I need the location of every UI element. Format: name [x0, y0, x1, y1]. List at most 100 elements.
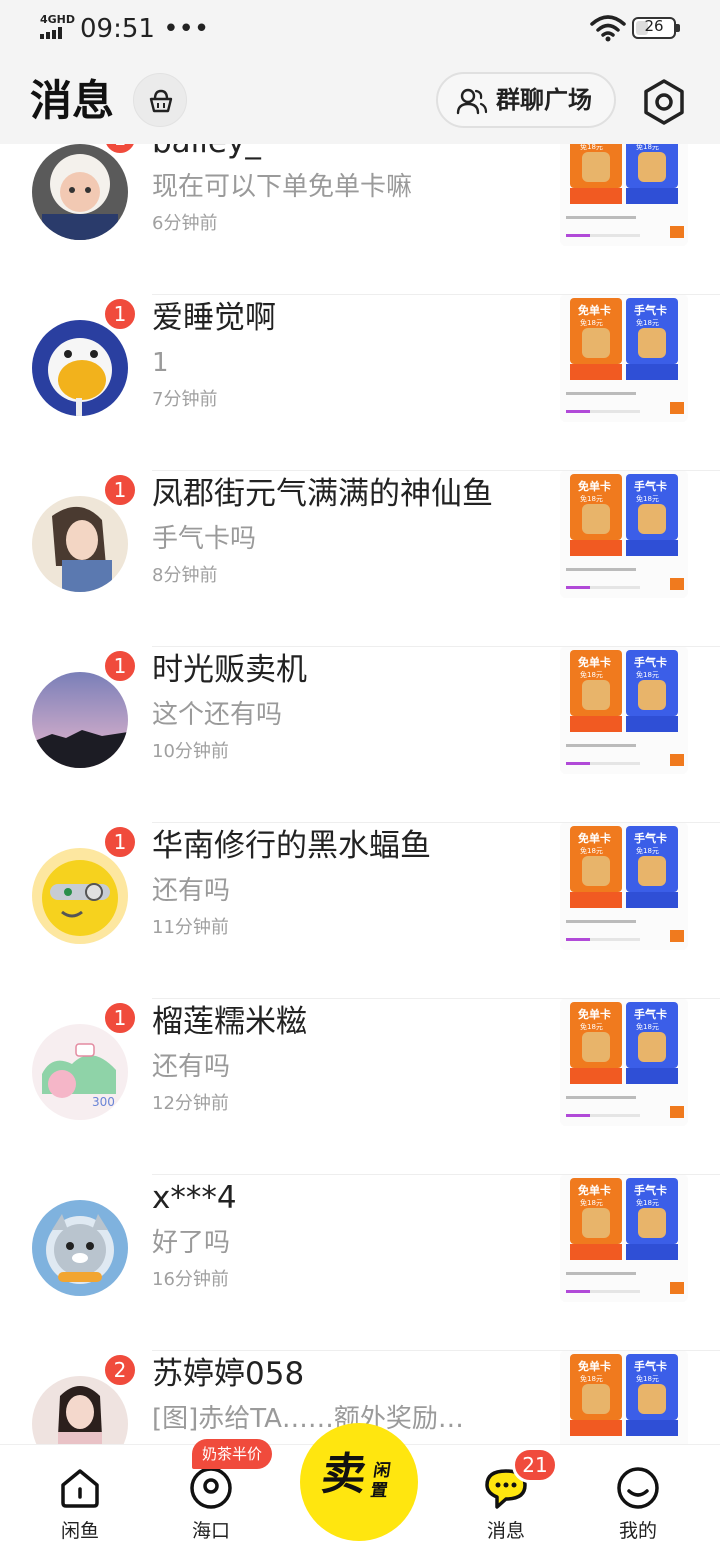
divider	[152, 1174, 720, 1175]
sell-sub-label: 闲置	[369, 1461, 392, 1501]
svg-text:手气卡: 手气卡	[634, 1359, 667, 1373]
svg-text:免单卡: 免单卡	[578, 1007, 611, 1021]
message-time: 16分钟前	[152, 1269, 229, 1290]
last-message: 现在可以下单免单卡嘛	[152, 172, 413, 202]
unread-badge: 1	[102, 648, 138, 684]
svg-text:300: 300	[92, 1095, 115, 1109]
divider	[152, 1350, 720, 1351]
message-time: 6分钟前	[152, 213, 218, 234]
svg-text:免18元: 免18元	[580, 1022, 603, 1031]
unread-badge: 1	[102, 824, 138, 860]
svg-text:免18元: 免18元	[636, 670, 659, 679]
clean-basket-button[interactable]	[133, 73, 187, 127]
group-chat-plaza-button[interactable]: 群聊广场	[436, 72, 616, 128]
svg-text:免18元: 免18元	[636, 846, 659, 855]
svg-text:免单卡: 免单卡	[578, 831, 611, 845]
unread-badge: 1	[102, 296, 138, 332]
svg-text:手气卡: 手气卡	[634, 303, 667, 317]
message-time: 12分钟前	[152, 1093, 229, 1114]
contact-name: bailey_	[152, 144, 261, 162]
svg-text:免18元: 免18元	[636, 494, 659, 503]
avatar[interactable]: 300	[32, 1024, 128, 1120]
svg-text:免18元: 免18元	[580, 494, 603, 503]
conversation-item[interactable]: 300 1 榴莲糯米糍 还有吗 12分钟前 免单卡 手气卡 免18元 免18元	[0, 998, 720, 1176]
svg-text:免单卡: 免单卡	[578, 1183, 611, 1197]
product-thumbnail[interactable]: 免单卡手气卡免18元免18元	[560, 144, 688, 246]
last-message: 手气卡吗	[152, 524, 257, 554]
page-title: 消息	[30, 76, 115, 125]
conversation-item[interactable]: 1 时光贩卖机 这个还有吗 10分钟前 免单卡 手气卡 免18元 免18元	[0, 646, 720, 824]
svg-text:免18元: 免18元	[580, 1374, 603, 1383]
tab-profile[interactable]: 我的	[578, 1445, 698, 1544]
svg-text:免单卡: 免单卡	[578, 655, 611, 669]
avatar[interactable]	[32, 144, 128, 240]
avatar[interactable]	[32, 1200, 128, 1296]
basket-icon	[149, 89, 173, 113]
svg-text:手气卡: 手气卡	[634, 1183, 667, 1197]
product-thumbnail[interactable]: 免单卡手气卡免18元免18元	[560, 470, 688, 598]
svg-text:免18元: 免18元	[636, 1022, 659, 1031]
message-time: 10分钟前	[152, 741, 229, 762]
avatar[interactable]	[32, 496, 128, 592]
header: 消息 群聊广场	[0, 58, 720, 144]
product-thumbnail[interactable]: 免单卡手气卡免18元免18元	[560, 822, 688, 950]
wifi-icon	[590, 15, 626, 42]
battery-icon: 26	[632, 17, 680, 39]
group-users-icon	[456, 88, 488, 115]
svg-text:免18元: 免18元	[580, 846, 603, 855]
contact-name: 爱睡觉啊	[152, 300, 276, 336]
message-time: 8分钟前	[152, 565, 218, 586]
product-thumbnail[interactable]: 免单卡手气卡免18元免18元	[560, 998, 688, 1126]
svg-text:免18元: 免18元	[580, 318, 603, 327]
contact-name: x***4	[152, 1180, 237, 1216]
profile-icon	[617, 1467, 659, 1509]
svg-text:手气卡: 手气卡	[634, 479, 667, 493]
avatar[interactable]	[32, 848, 128, 944]
network-type: 4GHD	[40, 13, 76, 26]
divider	[152, 294, 720, 295]
contact-name: 苏婷婷058	[152, 1356, 305, 1392]
sell-button[interactable]: 卖 闲置	[300, 1423, 418, 1541]
svg-text:免18元: 免18元	[580, 670, 603, 679]
message-time: 11分钟前	[152, 917, 229, 938]
svg-text:免单卡: 免单卡	[578, 479, 611, 493]
conversation-item[interactable]: 1 凤郡街元气满满的神仙鱼 手气卡吗 8分钟前 免单卡 手气卡 免18元 免18元	[0, 470, 720, 648]
svg-text:免18元: 免18元	[636, 1374, 659, 1383]
tab-label: 我的	[618, 1520, 657, 1542]
tab-home[interactable]: 闲鱼	[20, 1445, 140, 1544]
svg-text:免18元: 免18元	[636, 1198, 659, 1207]
svg-text:免18元: 免18元	[580, 1198, 603, 1207]
last-message: 还有吗	[152, 1052, 231, 1082]
conversation-item[interactable]: 1 华南修行的黑水蝠鱼 还有吗 11分钟前 免单卡 手气卡 免18元 免18元	[0, 822, 720, 1000]
svg-text:免18元: 免18元	[636, 318, 659, 327]
divider	[152, 646, 720, 647]
divider	[152, 822, 720, 823]
sell-label: 卖	[318, 1449, 370, 1500]
product-thumbnail[interactable]: 免单卡手气卡免18元免18元	[560, 1174, 688, 1302]
status-time: 09:51 •••	[80, 14, 210, 44]
product-thumbnail[interactable]: 免单卡手气卡免18元免18元	[560, 646, 688, 774]
conversation-item[interactable]: 1 爱睡觉啊 1 7分钟前 免单卡 手气卡 免18元 免18元	[0, 294, 720, 472]
last-message: 1	[152, 348, 169, 378]
conversation-item[interactable]: 1 bailey_ 现在可以下单免单卡嘛 6分钟前 免单卡手气卡免18元免18元	[0, 144, 720, 296]
avatar[interactable]	[32, 672, 128, 768]
avatar[interactable]	[32, 320, 128, 416]
home-icon	[61, 1469, 99, 1508]
cellular-signal-icon: 4GHD	[40, 13, 76, 40]
svg-text:手气卡: 手气卡	[634, 655, 667, 669]
conversation-item[interactable]: x***4 好了吗 16分钟前 免单卡 手气卡 免18元 免18元	[0, 1174, 720, 1352]
conversation-list[interactable]: 1 bailey_ 现在可以下单免单卡嘛 6分钟前 免单卡手气卡免18元免18元…	[0, 144, 720, 1444]
settings-icon[interactable]	[640, 78, 688, 126]
contact-name: 凤郡街元气满满的神仙鱼	[152, 476, 493, 512]
tab-label: 闲鱼	[60, 1520, 99, 1542]
contact-name: 榴莲糯米糍	[152, 1004, 307, 1040]
last-message: 好了吗	[152, 1228, 231, 1258]
product-thumbnail[interactable]: 免单卡手气卡免18元免18元	[560, 294, 688, 422]
group-chat-label: 群聊广场	[496, 86, 592, 114]
contact-name: 时光贩卖机	[152, 652, 307, 688]
tab-label: 海口	[191, 1520, 230, 1542]
svg-text:免单卡: 免单卡	[578, 303, 611, 317]
location-icon	[190, 1467, 232, 1509]
product-thumbnail[interactable]: 免单卡手气卡免18元免18元	[560, 1350, 688, 1444]
divider	[152, 470, 720, 471]
